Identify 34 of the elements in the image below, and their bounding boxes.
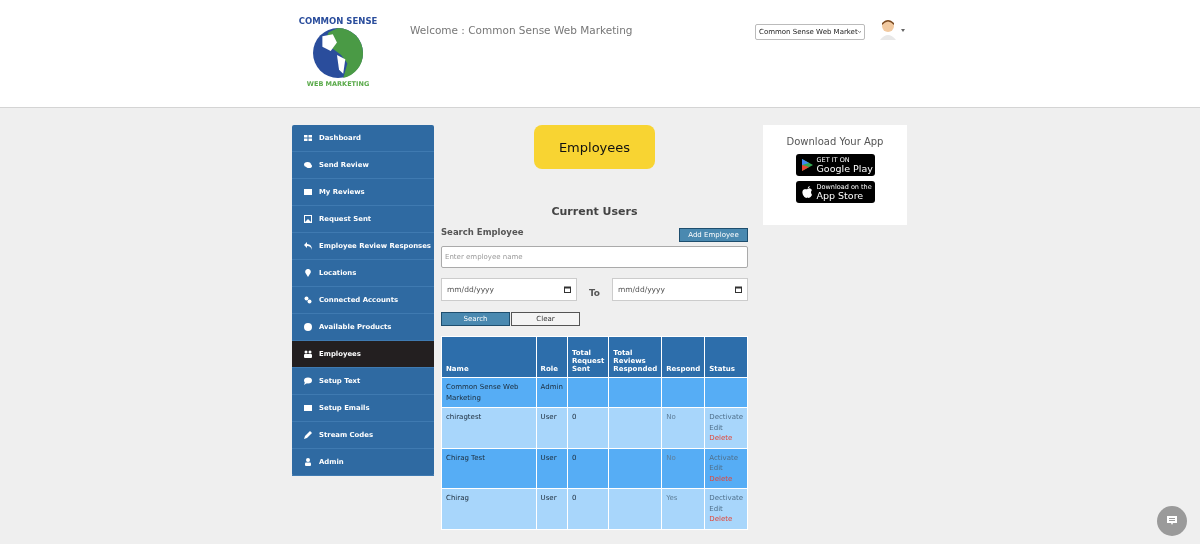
pin-icon: [304, 269, 312, 277]
reply-icon: [304, 242, 312, 250]
welcome-text: Welcome : Common Sense Web Marketing: [410, 24, 634, 36]
chevron-icon: [857, 30, 861, 34]
link-icon: [304, 296, 312, 304]
chat-button[interactable]: [1157, 506, 1187, 536]
users-icon: [304, 350, 312, 358]
user-icon: [304, 458, 312, 466]
comments-icon: [304, 161, 312, 169]
grid-icon: [304, 134, 312, 142]
calendar-icon: [564, 286, 571, 293]
play-icon: [801, 159, 813, 171]
caret-icon[interactable]: [901, 29, 905, 32]
logo-text: COMMON SENSE: [298, 16, 378, 26]
badge-title: Google Play: [816, 163, 873, 173]
avatar-icon[interactable]: [879, 20, 897, 40]
pencil-icon: [304, 431, 312, 439]
card-title: Download Your App: [786, 136, 884, 147]
table-cell: [608, 377, 662, 408]
table-cell: [608, 488, 662, 529]
badge-title: App Store: [816, 190, 865, 200]
circle-icon: [304, 323, 312, 331]
calendar-icon: [735, 286, 742, 293]
table-cell: [608, 407, 662, 448]
globe-icon: [313, 28, 363, 78]
image-icon: [304, 215, 312, 223]
chat-icon: [1166, 515, 1178, 527]
search-label: Search Employee: [441, 227, 524, 237]
comment-icon: [304, 377, 312, 385]
section-title: Current Users: [550, 205, 639, 218]
apple-icon: [801, 185, 813, 199]
page-title: Employees: [534, 125, 655, 169]
to-label: To: [588, 287, 601, 298]
table-cell: [608, 448, 662, 489]
